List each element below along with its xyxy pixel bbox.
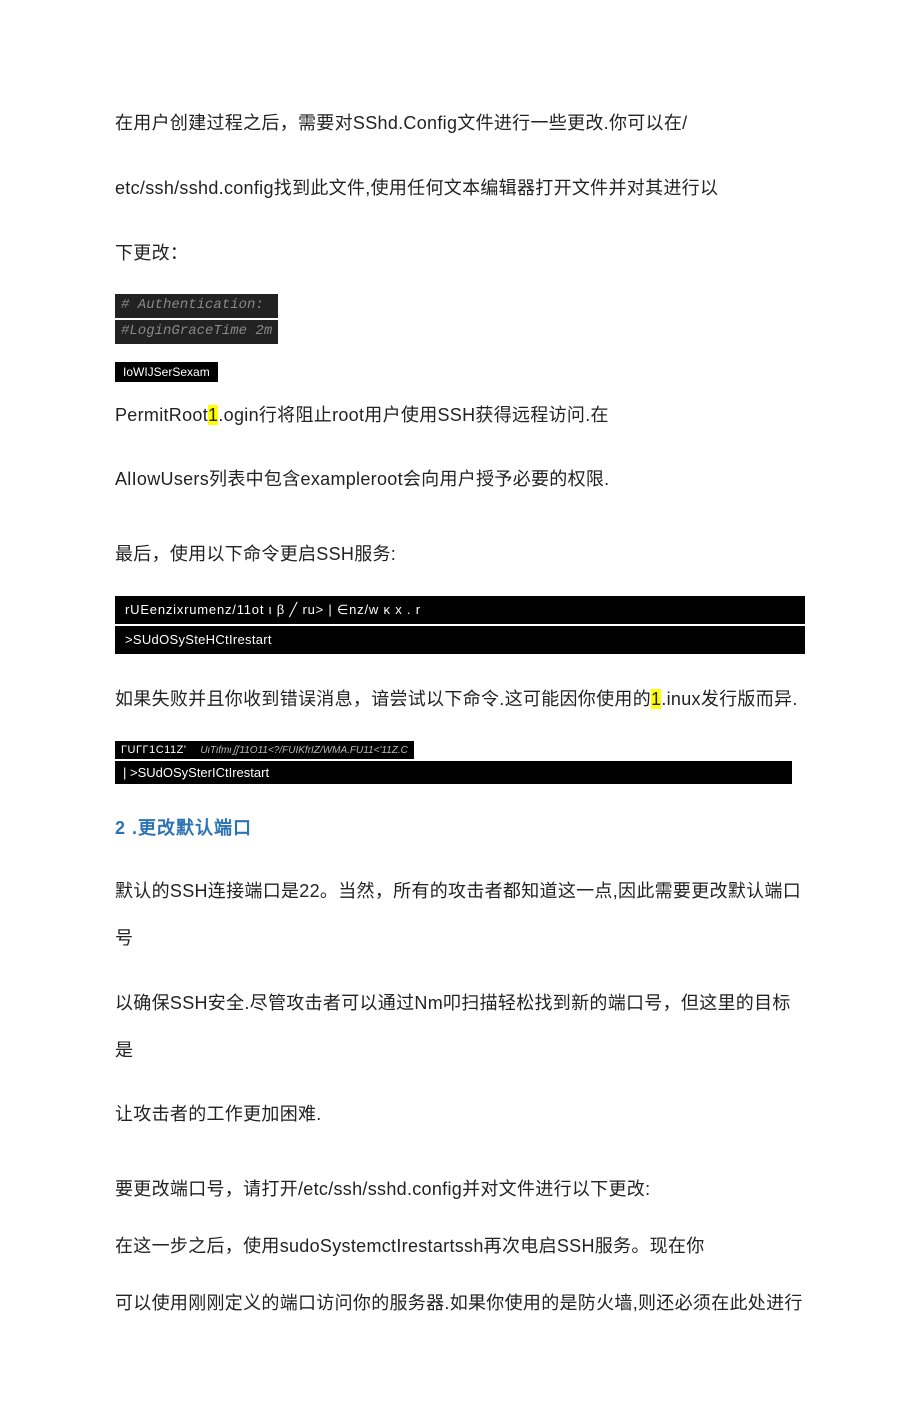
code-tag-allowusers: IoWIJSerSexam [115,362,218,382]
section-heading-2: 2 .更改默认端口 [115,814,805,840]
text: .ogin行将阻止root用户使用SSH获得远程访问.在 [218,405,608,425]
paragraph: 让攻击者的工作更加困难. [115,1091,805,1138]
paragraph: 在用户创建过程之后，需要对SShd.Config文件进行一些更改.你可以在/ [115,100,805,147]
code-subtext: UιTιfmι∬11O11<?/FUIKfrIZ/WMA.FU11<'11Z.C [200,742,413,759]
paragraph: 最后，使用以下命令更启SSH服务: [115,531,805,578]
paragraph: etc/ssh/sshd.config找到此文件,使用任何文本编辑器打开文件并对… [115,165,805,212]
paragraph: 默认的SSH连接端口是22。当然，所有的攻击者都知道这一点,因此需要更改默认端口… [115,868,805,962]
text: 如果失败并且你收到错误消息，谙尝试以下命令.这可能因你使用的 [115,689,651,709]
paragraph: AlIowUsers列表中包含exampleroot会向用户授予必要的权限. [115,456,805,503]
paragraph: PermitRoot1.ogin行将阻止root用户使用SSH获得远程访问.在 [115,392,805,439]
highlight: 1 [651,689,661,709]
code-line: >SUdOSySteHCtIrestart [115,624,805,654]
paragraph: 下更改： [115,230,805,277]
code-line: #LoginGraceTime 2m [115,320,278,344]
code-header: ΓUΓΓ1C11Z' UιTιfmι∬11O11<?/FUIKfrIZ/WMA.… [115,741,414,759]
paragraph: 如果失败并且你收到错误消息，谙尝试以下命令.这可能因你使用的1.inux发行版而… [115,676,805,723]
code-line: | >SUdOSySterICtIrestart [115,761,792,784]
code-tag: ΓUΓΓ1C11Z' [115,741,192,759]
code-line: rUEenzixrumenz/11ot ι β ╱ ru> | ∈nz/w κ … [115,596,805,624]
text: PermitRoot [115,405,208,425]
paragraph: 以确保SSH安全.尽管攻击者可以通过Nm叩扫描轻松找到新的端口号，但这里的目标是 [115,980,805,1074]
code-line: # Authentication: [115,294,278,320]
document-page: 在用户创建过程之后，需要对SShd.Config文件进行一些更改.你可以在/ e… [0,0,920,1405]
code-block-restart: rUEenzixrumenz/11ot ι β ╱ ru> | ∈nz/w κ … [115,596,805,654]
highlight: 1 [208,405,218,425]
paragraph: 可以使用刚刚定义的端口访问你的服务器.如果你使用的是防火墙,则还必须在此处进行 [115,1280,805,1327]
code-block-authentication: # Authentication: #LoginGraceTime 2m [115,294,278,343]
paragraph: 要更改端口号，请打开/etc/ssh/sshd.config并对文件进行以下更改… [115,1166,805,1213]
text: .inux发行版而异. [661,689,797,709]
code-block-alt-restart: ΓUΓΓ1C11Z' UιTιfmι∬11O11<?/FUIKfrIZ/WMA.… [115,741,805,784]
paragraph: 在这一步之后，使用sudoSystemctIrestartssh再次电启SSH服… [115,1223,805,1270]
